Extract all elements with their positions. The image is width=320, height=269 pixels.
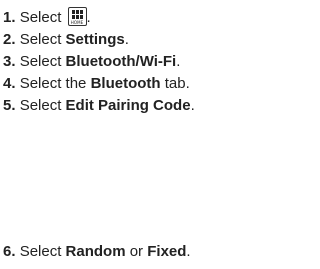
step-text-end: tab. [160, 75, 190, 92]
instruction-steps: 1. Select HOME. 2. Select Settings. 3. S… [3, 7, 265, 260]
step-4: 4. Select the Bluetooth tab. [3, 73, 265, 95]
step-text-or: or [125, 243, 148, 260]
step-text-end: . [86, 9, 91, 26]
home-button-label: HOME [70, 20, 84, 25]
grid-icon [71, 10, 83, 19]
home-button-icon: HOME [67, 7, 87, 26]
step-5: 5. Select Edit Pairing Code. [3, 95, 265, 117]
step-option-random: Random [65, 243, 126, 260]
step-number: 4. [3, 75, 16, 92]
step-text: Select [19, 243, 66, 260]
step-target: Edit Pairing Code [65, 97, 191, 114]
step-number: 6. [3, 243, 16, 260]
step-text-end: . [186, 243, 191, 260]
step-6: 6. Select Random or Fixed. [3, 241, 191, 263]
step-text-end: . [124, 31, 129, 48]
step-number: 3. [3, 53, 16, 70]
step-number: 2. [3, 31, 16, 48]
step-target: Bluetooth/Wi-Fi [65, 53, 177, 70]
clipped-heading [0, 0, 267, 4]
step-text: Select [19, 97, 66, 114]
step-text-end: . [190, 97, 195, 114]
step-text-end: . [176, 53, 181, 70]
step-target: Bluetooth [90, 75, 161, 92]
step-number: 1. [3, 9, 16, 26]
step-text: Select the [19, 75, 91, 92]
step-1: 1. Select HOME. [3, 7, 265, 29]
step-option-fixed: Fixed [147, 243, 187, 260]
step-3: 3. Select Bluetooth/Wi-Fi. [3, 51, 265, 73]
step-text: Select [19, 9, 66, 26]
step-text: Select [19, 53, 66, 70]
step-target: Settings [65, 31, 125, 48]
step-text: Select [19, 31, 66, 48]
step-number: 5. [3, 97, 16, 114]
step-2: 2. Select Settings. [3, 29, 265, 51]
